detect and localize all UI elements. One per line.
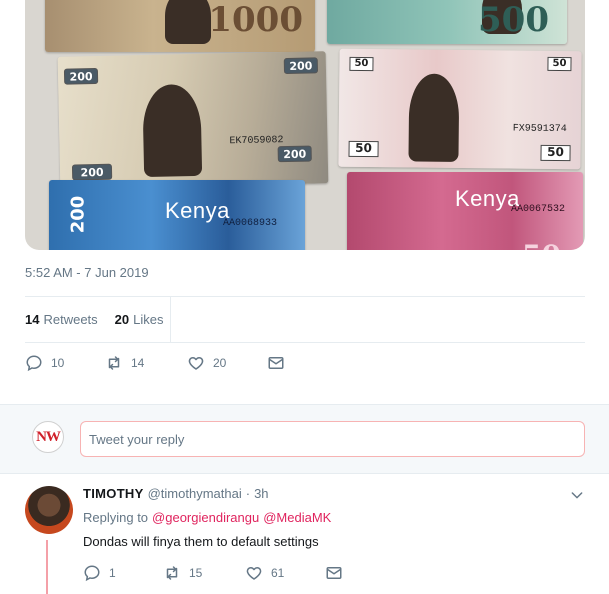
reply-time[interactable]: 3h: [254, 486, 268, 501]
banknote-portrait: [142, 83, 203, 178]
banknote-brand: Kenya: [165, 198, 230, 223]
retweet-icon: [166, 566, 178, 580]
tweet-stats: 14 Retweets 20 Likes: [25, 296, 585, 342]
banknote-1000: 1000: [45, 0, 315, 52]
heart-icon: [188, 357, 204, 370]
retweets-label: Retweets: [43, 311, 98, 327]
user-avatar[interactable]: NW: [32, 421, 64, 453]
likes-stat[interactable]: 20 Likes: [115, 312, 164, 327]
reply-count: 1: [109, 566, 116, 580]
retweets-stat[interactable]: 14 Retweets: [25, 312, 107, 327]
replying-label: Replying to: [83, 510, 149, 525]
reply-button[interactable]: 10: [25, 354, 105, 372]
divider: [25, 342, 585, 343]
direct-message-button[interactable]: [325, 564, 343, 582]
reply-input[interactable]: Tweet your reply: [80, 421, 585, 457]
banknote-value: 200: [283, 57, 319, 75]
thread-line: [46, 540, 48, 594]
banknote-value: 200: [277, 145, 312, 163]
banknote-value: 200: [63, 67, 99, 85]
banknote-500: 500: [327, 0, 567, 44]
like-button[interactable]: 61: [245, 564, 325, 582]
separator-dot: ·: [245, 486, 251, 501]
banknote-serial: FX9591374: [512, 123, 567, 136]
retweet-count: 14: [131, 356, 145, 370]
banknote-200: 200 200 200 200 EK7059082: [57, 51, 329, 189]
banknote-value: 50: [540, 144, 571, 162]
heart-icon: [246, 567, 262, 580]
banknote-value: 50: [547, 56, 572, 72]
banknote-value: 500: [478, 0, 549, 40]
banknote-portrait: [408, 73, 460, 162]
divider: [170, 296, 171, 342]
direct-message-button[interactable]: [267, 354, 285, 372]
mention-link[interactable]: @MediaMK: [263, 510, 331, 525]
reply-icon: [84, 565, 100, 582]
retweet-button[interactable]: 15: [163, 564, 245, 582]
reply-header: TIMOTHY @timothymathai · 3h: [83, 486, 269, 501]
likes-label: Likes: [133, 311, 164, 327]
tweet-photo[interactable]: 1000 500 200 200 200 200 EK7059082 50 50…: [25, 0, 585, 250]
banknote-pink-50: Kenya AA0067532 50: [347, 172, 583, 250]
reply-actions: 1 15 61: [83, 564, 343, 582]
reply-author-handle[interactable]: @timothymathai: [148, 486, 242, 501]
banknote-blue-200: 200 Kenya AA0068933: [49, 180, 305, 250]
reply-icon: [26, 355, 42, 372]
banknote-serial: AA0067532: [510, 204, 565, 215]
chevron-down-icon[interactable]: [569, 487, 585, 503]
envelope-icon: [268, 357, 284, 369]
reply-text: Dondas will finya them to default settin…: [83, 534, 319, 549]
like-button[interactable]: 20: [187, 354, 267, 372]
tweet-actions: 10 14 20: [25, 354, 285, 372]
envelope-icon: [326, 567, 342, 579]
mention-link[interactable]: @georgiendirangu: [152, 510, 259, 525]
avatar-initials: NW: [36, 428, 61, 445]
banknote-serial: EK7059082: [229, 135, 284, 148]
retweet-button[interactable]: 14: [105, 354, 187, 372]
replying-to: Replying to @georgiendirangu @MediaMK: [83, 510, 331, 525]
retweet-icon: [108, 356, 120, 370]
banknote-value: 50: [348, 140, 379, 158]
like-count: 61: [271, 566, 285, 580]
banknote-portrait: [165, 0, 211, 44]
reply-input-placeholder: Tweet your reply: [89, 431, 185, 447]
banknote-value: 200: [71, 163, 113, 181]
banknote-value: 200: [67, 195, 89, 234]
like-count: 20: [213, 356, 227, 370]
banknote-value: 1000: [208, 0, 303, 40]
retweets-count: 14: [25, 311, 40, 327]
banknote-serial: AA0068933: [223, 218, 278, 229]
reply-author-name[interactable]: TIMOTHY: [83, 486, 144, 501]
banknote-value: 50: [349, 56, 374, 72]
banknote-value: 50: [522, 239, 561, 250]
banknote-50: 50 50 50 50 FX9591374: [338, 48, 582, 170]
reply-count: 10: [51, 356, 65, 370]
reply-author-avatar[interactable]: [25, 486, 73, 534]
tweet-timestamp[interactable]: 5:52 AM - 7 Jun 2019: [25, 265, 149, 280]
retweet-count: 15: [189, 566, 203, 580]
reply-button[interactable]: 1: [83, 564, 163, 582]
likes-count: 20: [114, 311, 130, 327]
